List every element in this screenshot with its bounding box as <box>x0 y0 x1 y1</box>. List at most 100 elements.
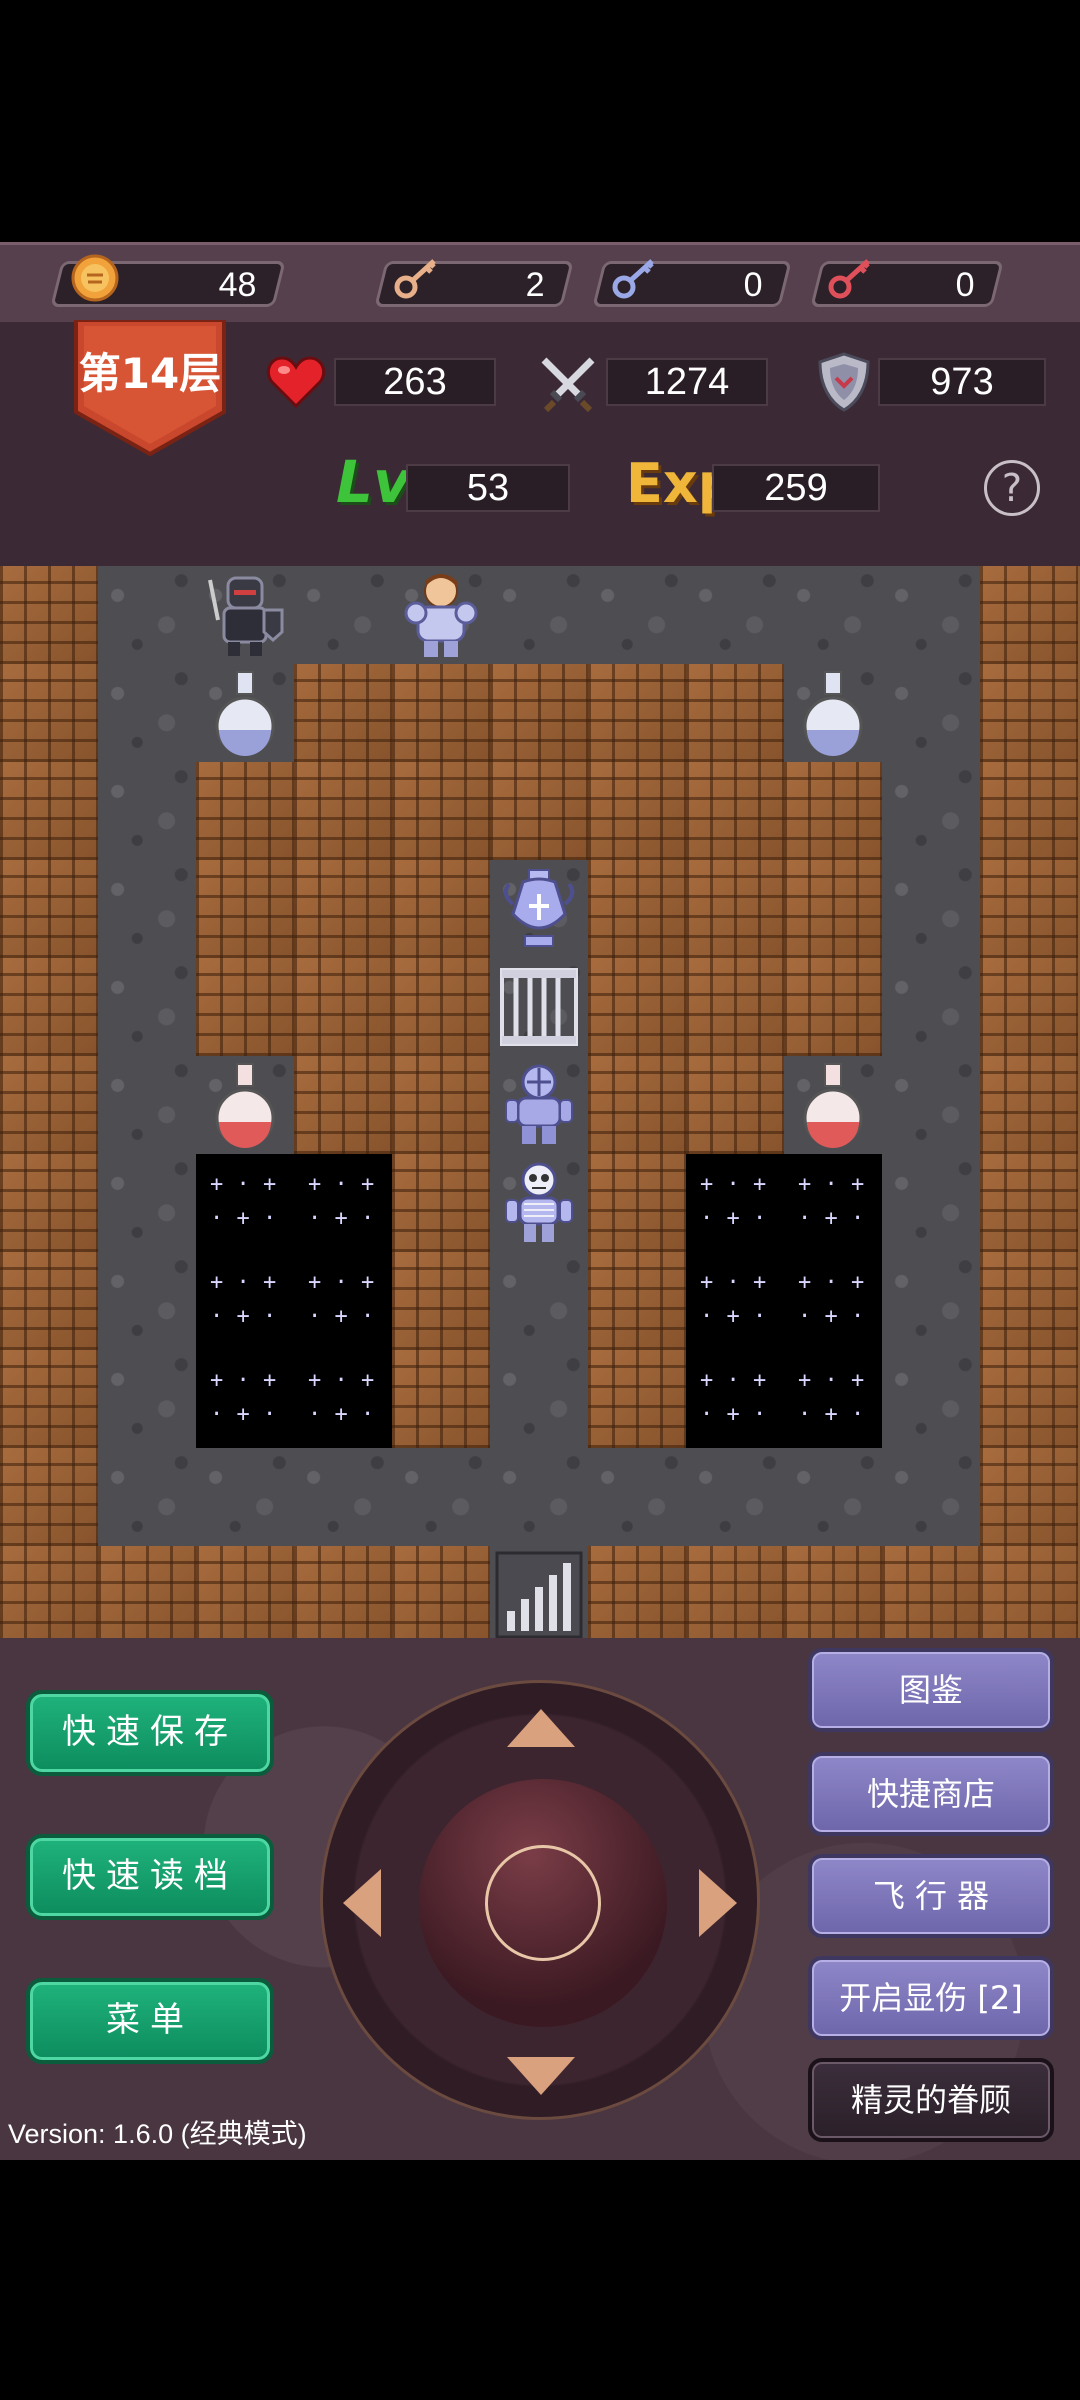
floor-tile <box>98 762 196 860</box>
dpad-center-ring[interactable] <box>485 1845 601 1961</box>
sacred-urn-icon <box>490 860 588 958</box>
wall-tile <box>882 1546 980 1638</box>
wall-tile <box>0 1056 98 1154</box>
floor-tile <box>882 566 980 664</box>
wall-tile <box>686 762 784 860</box>
floor-tile <box>196 1448 294 1546</box>
floor-tile <box>686 1448 784 1546</box>
down-arrow-icon[interactable] <box>507 2057 575 2095</box>
wall-tile <box>392 1154 490 1252</box>
game-map[interactable] <box>0 566 1080 1638</box>
wall-tile <box>588 958 686 1056</box>
wall-tile <box>392 1252 490 1350</box>
shield-icon <box>818 352 870 412</box>
wall-tile <box>686 664 784 762</box>
wall-tile <box>588 762 686 860</box>
wall-tile <box>0 1252 98 1350</box>
gold-coin-icon <box>71 254 119 302</box>
fairy-blessing-button[interactable]: 精灵的眷顾 <box>808 2058 1054 2142</box>
starfield-tile <box>294 1252 392 1350</box>
floor-tile <box>98 1252 196 1350</box>
floor-tile <box>882 664 980 762</box>
red-potion-icon <box>196 1056 294 1154</box>
wall-tile <box>588 1056 686 1154</box>
floor-tile <box>98 958 196 1056</box>
wall-tile <box>294 762 392 860</box>
starfield-tile <box>294 1350 392 1448</box>
menu-button[interactable]: 菜单 <box>26 1978 274 2064</box>
right-arrow-icon[interactable] <box>699 1869 737 1937</box>
floor-tile <box>686 566 784 664</box>
wall-tile <box>980 1350 1078 1448</box>
wall-tile <box>294 1546 392 1638</box>
starfield-tile <box>686 1350 784 1448</box>
wall-tile <box>588 1350 686 1448</box>
red-key-value: 0 <box>955 266 975 304</box>
starfield-tile <box>784 1252 882 1350</box>
wall-tile <box>784 1546 882 1638</box>
wall-tile <box>686 958 784 1056</box>
hero-knight-icon <box>392 566 490 664</box>
wall-tile <box>294 664 392 762</box>
starfield-tile <box>294 1154 392 1252</box>
floor-tile <box>98 1448 196 1546</box>
wall-tile <box>0 566 98 664</box>
starfield-tile <box>784 1154 882 1252</box>
floor-tile <box>784 1448 882 1546</box>
iron-gate-icon <box>490 958 588 1056</box>
defense-value: 973 <box>878 358 1046 406</box>
blue-potion-icon <box>196 664 294 762</box>
wall-tile <box>980 860 1078 958</box>
wall-tile <box>392 1546 490 1638</box>
wall-tile <box>980 1448 1078 1546</box>
wall-tile <box>490 762 588 860</box>
wall-tile <box>980 1252 1078 1350</box>
monster-manual-button[interactable]: 图鉴 <box>808 1648 1054 1732</box>
quick-load-button[interactable]: 快速读档 <box>26 1834 274 1920</box>
left-arrow-icon[interactable] <box>343 1869 381 1937</box>
wall-tile <box>686 1056 784 1154</box>
wall-tile <box>980 1154 1078 1252</box>
starfield-tile <box>196 1350 294 1448</box>
wall-tile <box>392 664 490 762</box>
floor-tile <box>882 1154 980 1252</box>
floor-tile <box>98 860 196 958</box>
floor-tile <box>882 1252 980 1350</box>
up-arrow-icon[interactable] <box>507 1709 575 1747</box>
version-label: Version: 1.6.0 (经典模式) <box>8 2119 307 2149</box>
wall-tile <box>0 762 98 860</box>
floor-tile <box>98 1154 196 1252</box>
help-button[interactable]: ? <box>984 460 1040 516</box>
flyer-button[interactable]: 飞 行 器 <box>808 1854 1054 1938</box>
wall-tile <box>686 860 784 958</box>
resource-bar: 48 2 0 0 <box>0 242 1080 322</box>
wall-tile <box>784 958 882 1056</box>
wall-tile <box>588 1154 686 1252</box>
wall-tile <box>588 1252 686 1350</box>
wall-tile <box>196 958 294 1056</box>
game-screen: 48 2 0 0 第14层 263 1274 973 Lv 53 Exp 259… <box>0 0 1080 2400</box>
quick-shop-button[interactable]: 快捷商店 <box>808 1752 1054 1836</box>
floor-tile <box>98 566 196 664</box>
wall-tile <box>0 1154 98 1252</box>
level-value: 53 <box>406 464 570 512</box>
floor-tile <box>882 1448 980 1546</box>
wall-tile <box>0 1448 98 1546</box>
starfield-tile <box>196 1154 294 1252</box>
wall-tile <box>686 1546 784 1638</box>
wall-tile <box>0 958 98 1056</box>
quick-save-button[interactable]: 快速保存 <box>26 1690 274 1776</box>
armored-knight-enemy-icon <box>490 1056 588 1154</box>
wall-tile <box>0 860 98 958</box>
floor-tile <box>784 566 882 664</box>
floor-tile <box>490 1448 588 1546</box>
floor-tile <box>882 1350 980 1448</box>
floor-tile <box>490 1350 588 1448</box>
wall-tile <box>980 958 1078 1056</box>
starfield-tile <box>196 1252 294 1350</box>
wall-tile <box>294 860 392 958</box>
blue-key-value: 0 <box>743 266 763 304</box>
floor-tile <box>294 566 392 664</box>
show-damage-button[interactable]: 开启显伤 [2] <box>808 1956 1054 2040</box>
floor-tile <box>882 860 980 958</box>
